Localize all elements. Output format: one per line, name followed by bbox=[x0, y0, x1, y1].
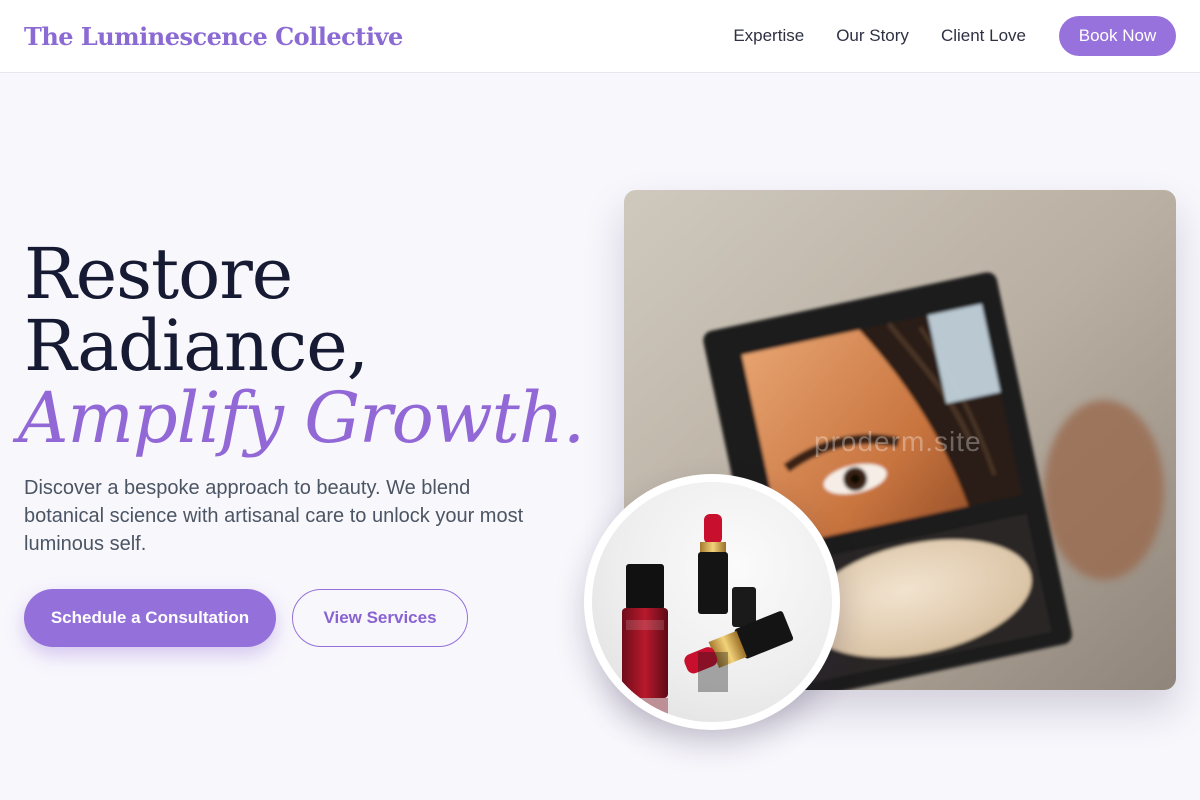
hero-title-line-1: Restore bbox=[24, 233, 293, 315]
brand-logo[interactable]: The Luminescence Collective bbox=[24, 22, 403, 51]
book-now-button[interactable]: Book Now bbox=[1059, 16, 1176, 56]
nav-link-expertise[interactable]: Expertise bbox=[733, 26, 804, 46]
hero-title: Restore Radiance, Amplify Growth. bbox=[18, 233, 585, 454]
lipstick-inset-photo bbox=[584, 474, 840, 730]
lipstick-illustration bbox=[622, 514, 794, 722]
hero-description: Discover a bespoke approach to beauty. W… bbox=[24, 477, 524, 555]
site-header: The Luminescence Collective Expertise Ou… bbox=[0, 0, 1200, 73]
schedule-consultation-button[interactable]: Schedule a Consultation bbox=[24, 589, 276, 647]
nav-link-our-story[interactable]: Our Story bbox=[836, 26, 909, 46]
photo-watermark: proderm.site bbox=[814, 426, 982, 457]
lipstick-inset-inner bbox=[592, 482, 832, 722]
nav-link-client-love[interactable]: Client Love bbox=[941, 26, 1026, 46]
main-nav: Expertise Our Story Client Love Book Now bbox=[733, 16, 1176, 56]
view-services-button[interactable]: View Services bbox=[292, 589, 468, 647]
hero-title-line-2: Radiance, bbox=[24, 305, 369, 387]
hero-title-accent: Amplify Growth. bbox=[18, 377, 585, 459]
